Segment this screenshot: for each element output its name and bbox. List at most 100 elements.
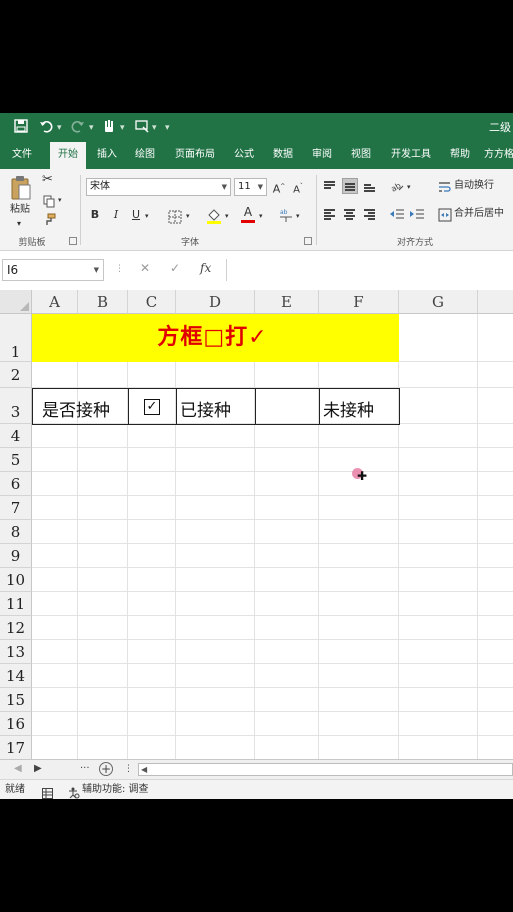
tab-page-layout[interactable]: 页面布局 <box>168 142 222 169</box>
touch-dropdown-icon[interactable]: ▾ <box>120 123 125 133</box>
column-header-g[interactable]: G <box>399 290 478 314</box>
row-header-14[interactable]: 14 <box>0 664 32 688</box>
cut-icon[interactable]: ✂ <box>42 173 53 187</box>
row-header-8[interactable]: 8 <box>0 520 32 544</box>
copy-dropdown-icon[interactable]: ▾ <box>58 193 62 207</box>
paste-dropdown-icon[interactable]: ▾ <box>17 217 21 231</box>
more-sheets-button[interactable]: ··· <box>80 762 90 776</box>
tab-insert[interactable]: 插入 <box>89 142 125 169</box>
redo-icon[interactable] <box>70 119 86 135</box>
align-right-icon[interactable] <box>362 206 378 222</box>
tab-file[interactable]: 文件 <box>4 142 40 169</box>
screen-dropdown-icon[interactable]: ▾ <box>152 123 157 133</box>
save-icon[interactable] <box>12 119 30 135</box>
worksheet-grid[interactable]: A B C D E F G 1 2 3 4 5 6 7 8 9 10 11 12 13 14 15 16 17 方框□打✓ 是否接… <box>0 290 513 759</box>
row-header-7[interactable]: 7 <box>0 496 32 520</box>
row-header-15[interactable]: 15 <box>0 688 32 712</box>
column-header-e[interactable]: E <box>255 290 319 314</box>
wrap-text-button[interactable]: 自动换行 <box>454 179 494 193</box>
orientation-icon[interactable]: ab <box>389 177 405 194</box>
font-launcher-icon[interactable] <box>304 237 312 245</box>
underline-dropdown-icon[interactable]: ▾ <box>145 209 149 223</box>
touch-mode-icon[interactable] <box>101 119 117 135</box>
format-painter-icon[interactable] <box>43 211 56 225</box>
align-top-icon[interactable] <box>322 178 338 194</box>
align-left-icon[interactable] <box>322 206 338 222</box>
redo-dropdown-icon[interactable]: ▾ <box>89 123 94 133</box>
phonetic-icon[interactable]: ab <box>278 207 294 223</box>
row-header-13[interactable]: 13 <box>0 640 32 664</box>
italic-button[interactable]: I <box>107 206 125 224</box>
align-middle-icon[interactable] <box>342 178 358 194</box>
macro-record-icon[interactable] <box>42 784 53 799</box>
underline-button[interactable]: U <box>127 206 145 224</box>
tab-view[interactable]: 视图 <box>343 142 379 169</box>
paste-icon[interactable] <box>10 175 32 201</box>
undo-icon[interactable] <box>38 119 54 135</box>
column-header-a[interactable]: A <box>32 290 78 314</box>
row-header-2[interactable]: 2 <box>0 362 32 388</box>
tab-draw[interactable]: 绘图 <box>127 142 163 169</box>
fill-color-dropdown-icon[interactable]: ▾ <box>225 209 229 223</box>
decrease-font-icon[interactable]: Aˇ <box>289 178 307 196</box>
borders-dropdown-icon[interactable]: ▾ <box>186 209 190 223</box>
column-header-c[interactable]: C <box>128 290 176 314</box>
screen-icon[interactable] <box>134 119 150 135</box>
tab-home[interactable]: 开始 <box>50 142 86 169</box>
orientation-dropdown-icon[interactable]: ▾ <box>407 180 411 194</box>
font-name-select[interactable]: 宋体 ▼ <box>86 178 231 196</box>
enter-icon[interactable]: ✓ <box>170 261 180 275</box>
font-size-select[interactable]: 11 ▼ <box>234 178 267 196</box>
row-header-6[interactable]: 6 <box>0 472 32 496</box>
horizontal-scrollbar[interactable]: ◀ <box>138 763 513 776</box>
formula-bar-options-icon[interactable]: ⋮ <box>115 264 124 274</box>
phonetic-dropdown-icon[interactable]: ▾ <box>296 209 300 223</box>
checkbox-icon[interactable]: ✓ <box>144 399 160 415</box>
prev-sheet-icon[interactable]: ◀ <box>14 762 22 776</box>
tab-review[interactable]: 审阅 <box>304 142 340 169</box>
merge-center-button[interactable]: 合并后居中 <box>454 207 504 221</box>
hscroll-divider-icon[interactable]: ⋮ <box>124 762 133 776</box>
cancel-icon[interactable]: ✕ <box>140 261 150 275</box>
clipboard-launcher-icon[interactable] <box>69 237 77 245</box>
tab-help[interactable]: 帮助 <box>442 142 478 169</box>
align-center-icon[interactable] <box>342 206 358 222</box>
row-header-4[interactable]: 4 <box>0 424 32 448</box>
row-header-16[interactable]: 16 <box>0 712 32 736</box>
tab-developer[interactable]: 开发工具 <box>384 142 438 169</box>
undo-dropdown-icon[interactable]: ▾ <box>57 123 62 133</box>
column-header-b[interactable]: B <box>78 290 128 314</box>
row-header-17[interactable]: 17 <box>0 736 32 759</box>
row-header-5[interactable]: 5 <box>0 448 32 472</box>
row-header-11[interactable]: 11 <box>0 592 32 616</box>
copy-icon[interactable] <box>43 193 56 208</box>
increase-indent-icon[interactable] <box>409 206 425 222</box>
formula-input[interactable] <box>226 259 513 281</box>
add-sheet-icon[interactable]: + <box>99 762 113 776</box>
column-header-f[interactable]: F <box>319 290 399 314</box>
tab-ffcell[interactable]: 方方格 <box>484 142 513 169</box>
name-box[interactable]: I6 ▼ <box>2 259 104 281</box>
accessibility-status[interactable]: 辅助功能: 调查 <box>82 783 149 797</box>
wrap-text-icon[interactable] <box>438 179 452 193</box>
customize-qat-icon[interactable]: ▾ <box>165 123 170 133</box>
decrease-indent-icon[interactable] <box>389 206 405 222</box>
align-bottom-icon[interactable] <box>362 178 378 194</box>
next-sheet-icon[interactable]: ▶ <box>34 762 42 776</box>
cell-e3[interactable] <box>255 388 320 425</box>
row-header-3[interactable]: 3 <box>0 388 32 424</box>
bold-button[interactable]: B <box>86 206 104 224</box>
tab-data[interactable]: 数据 <box>265 142 301 169</box>
borders-icon[interactable] <box>168 209 182 224</box>
row-header-12[interactable]: 12 <box>0 616 32 640</box>
font-color-icon[interactable]: A <box>240 206 256 224</box>
row-header-1[interactable]: 1 <box>0 314 32 362</box>
font-color-dropdown-icon[interactable]: ▾ <box>259 209 263 223</box>
scroll-left-icon[interactable]: ◀ <box>141 764 147 775</box>
accessibility-icon[interactable] <box>68 784 80 799</box>
row-header-10[interactable]: 10 <box>0 568 32 592</box>
merge-center-icon[interactable] <box>438 207 452 222</box>
column-header-next[interactable] <box>478 290 513 314</box>
increase-font-icon[interactable]: A^ <box>270 178 288 196</box>
row-header-9[interactable]: 9 <box>0 544 32 568</box>
